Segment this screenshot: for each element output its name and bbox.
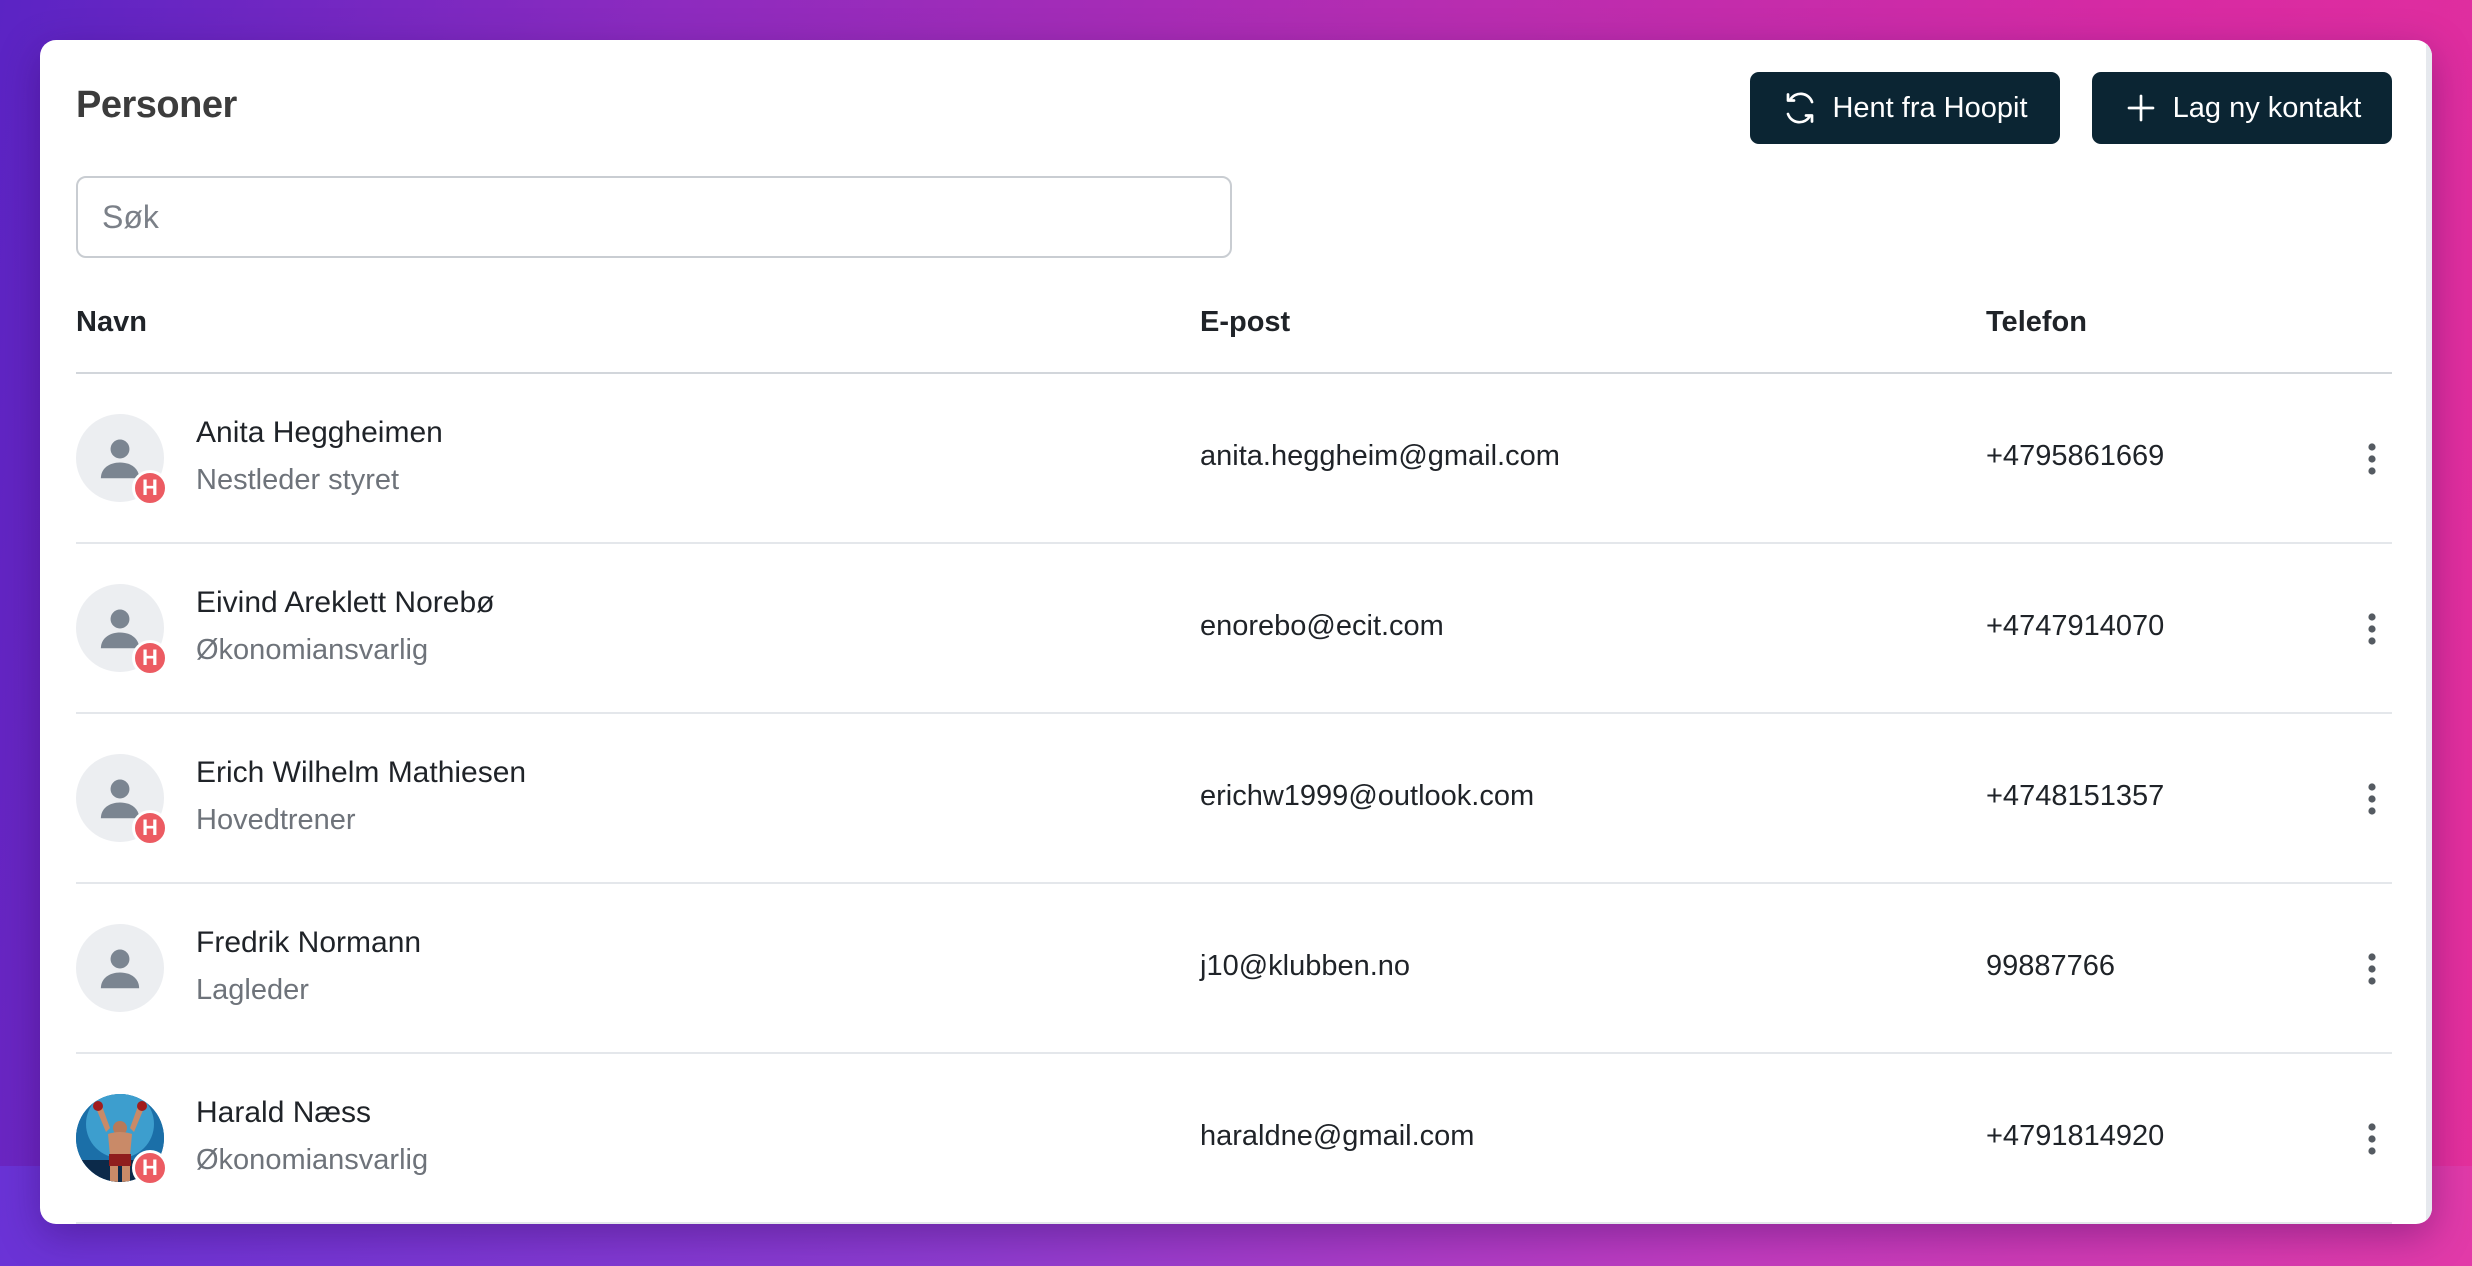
contact-name: Anita Heggheimen bbox=[196, 416, 443, 449]
fetch-from-hoopit-label: Hent fra Hoopit bbox=[1832, 91, 2028, 124]
plus-icon bbox=[2127, 94, 2155, 122]
contact-phone: +4748151357 bbox=[1986, 780, 2165, 812]
more-options-icon[interactable] bbox=[2350, 944, 2394, 994]
card-scroll-edge bbox=[2426, 40, 2432, 1224]
search-input[interactable] bbox=[76, 176, 1232, 258]
person-icon bbox=[100, 949, 140, 989]
contact-name: Harald Næss bbox=[196, 1096, 372, 1129]
more-options-icon[interactable] bbox=[2350, 774, 2394, 824]
hoopit-badge: H bbox=[132, 810, 168, 846]
contact-email: anita.heggheim@gmail.com bbox=[1200, 440, 1560, 472]
table-row[interactable]: Fredrik Normann Lagleder j10@klubben.no … bbox=[76, 884, 2392, 1054]
contacts-card: Personer Hent fra Hoopit Lag ny kontakt … bbox=[40, 40, 2432, 1224]
contact-phone: +4795861669 bbox=[1986, 440, 2165, 472]
more-options-icon[interactable] bbox=[2350, 1114, 2394, 1164]
new-contact-label: Lag ny kontakt bbox=[2172, 91, 2362, 124]
table-row[interactable]: H Erich Wilhelm Mathiesen Hovedtrener er… bbox=[76, 714, 2392, 884]
table-row[interactable]: H Harald Næss Økonomiansvarlig haraldne@… bbox=[76, 1054, 2392, 1224]
contact-role: Hovedtrener bbox=[196, 804, 356, 836]
row-divider bbox=[76, 1222, 2392, 1224]
contact-phone: 99887766 bbox=[1986, 950, 2116, 982]
hoopit-badge: H bbox=[132, 1150, 168, 1186]
table-row[interactable]: H Eivind Areklett Norebø Økonomiansvarli… bbox=[76, 544, 2392, 714]
column-header-phone[interactable]: Telefon bbox=[1986, 306, 2087, 339]
more-options-icon[interactable] bbox=[2350, 434, 2394, 484]
page-title: Personer bbox=[76, 84, 237, 126]
contact-name: Fredrik Normann bbox=[196, 926, 422, 959]
contact-role: Økonomiansvarlig bbox=[196, 634, 429, 666]
refresh-icon bbox=[1787, 92, 1814, 124]
new-contact-button[interactable]: Lag ny kontakt bbox=[2092, 72, 2392, 144]
hoopit-badge: H bbox=[132, 470, 168, 506]
table-row[interactable]: H Anita Heggheimen Nestleder styret anit… bbox=[76, 374, 2392, 544]
avatar bbox=[76, 924, 164, 1012]
contact-role: Økonomiansvarlig bbox=[196, 1144, 429, 1176]
contact-role: Nestleder styret bbox=[196, 464, 400, 496]
column-header-name[interactable]: Navn bbox=[76, 306, 147, 339]
column-header-email[interactable]: E-post bbox=[1200, 306, 1290, 339]
hoopit-badge: H bbox=[132, 640, 168, 676]
fetch-from-hoopit-button[interactable]: Hent fra Hoopit bbox=[1750, 72, 2060, 144]
contact-email: haraldne@gmail.com bbox=[1200, 1120, 1475, 1152]
contact-name: Eivind Areklett Norebø bbox=[196, 586, 495, 619]
contact-email: j10@klubben.no bbox=[1200, 950, 1411, 982]
contact-phone: +4747914070 bbox=[1986, 610, 2165, 642]
contact-email: enorebo@ecit.com bbox=[1200, 610, 1444, 642]
contact-email: erichw1999@outlook.com bbox=[1200, 780, 1535, 812]
contact-role: Lagleder bbox=[196, 974, 309, 1006]
contact-name: Erich Wilhelm Mathiesen bbox=[196, 756, 527, 789]
more-options-icon[interactable] bbox=[2350, 604, 2394, 654]
contact-phone: +4791814920 bbox=[1986, 1120, 2165, 1152]
